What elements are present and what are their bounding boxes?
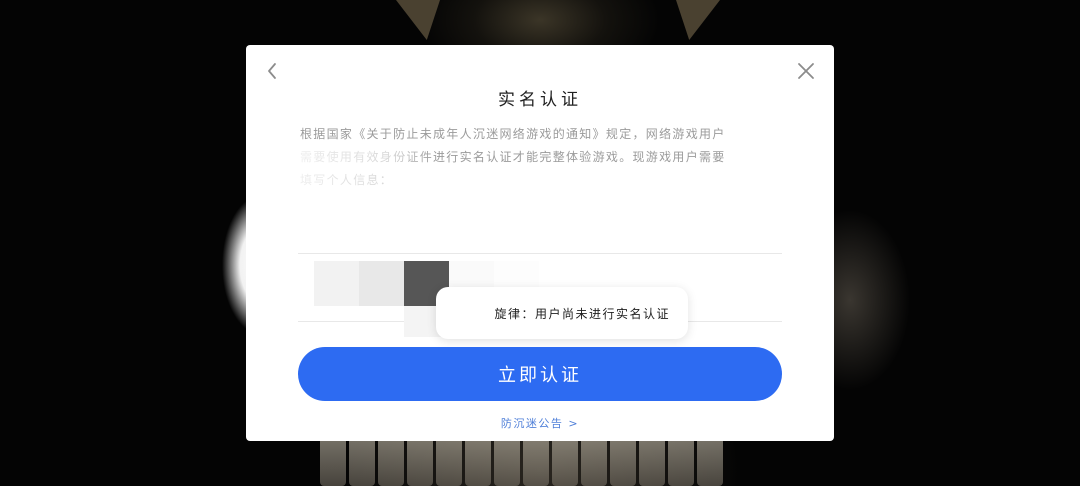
mosaic-tile (359, 261, 404, 306)
piano-key (610, 440, 636, 486)
notice-line: 根据国家《关于防止未成年人沉迷网络游戏的通知》规定，网络游戏用户 (300, 127, 726, 141)
real-name-verification-dialog: 实名认证 根据国家《关于防止未成年人沉迷网络游戏的通知》规定，网络游戏用户 需要… (246, 45, 834, 441)
close-icon (798, 63, 814, 79)
status-toast: 旋律：用户尚未进行实名认证 (436, 287, 688, 339)
piano-key (436, 440, 462, 486)
notice-text: 根据国家《关于防止未成年人沉迷网络游戏的通知》规定，网络游戏用户 需要使用有效身… (300, 123, 782, 192)
piano-keys-art (300, 440, 740, 486)
notice-line: 需要使用有效身份证件进行实名认证才能完整体验游戏。现游戏用户需要 (300, 150, 726, 164)
piano-key (668, 440, 694, 486)
name-field-underline (298, 253, 782, 254)
piano-key (320, 440, 346, 486)
piano-key (581, 440, 607, 486)
mosaic-tile (314, 261, 359, 306)
piano-key (494, 440, 520, 486)
close-button[interactable] (794, 59, 818, 83)
piano-key (552, 440, 578, 486)
notice-line: 填写个人信息： (300, 173, 394, 187)
chevron-left-icon (268, 63, 276, 79)
piano-key (639, 440, 665, 486)
piano-key (697, 440, 723, 486)
dialog-title: 实名认证 (498, 90, 582, 110)
piano-key (407, 440, 433, 486)
verify-now-button[interactable]: 立即认证 (298, 347, 782, 401)
piano-key (465, 440, 491, 486)
name-input[interactable] (298, 213, 782, 251)
game-screen: 实名认证 根据国家《关于防止未成年人沉迷网络游戏的通知》规定，网络游戏用户 需要… (0, 0, 1080, 486)
anti-addiction-notice-link[interactable]: 防沉迷公告 > (246, 415, 834, 431)
back-button[interactable] (260, 59, 284, 83)
piano-key (349, 440, 375, 486)
piano-key (378, 440, 404, 486)
piano-key (523, 440, 549, 486)
